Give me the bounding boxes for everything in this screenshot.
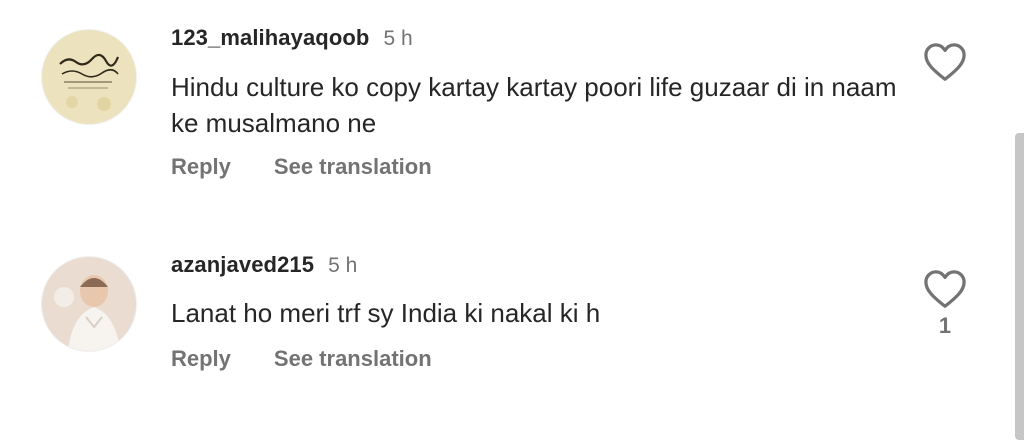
avatar[interactable] [42, 257, 136, 351]
comment-item: 123_malihayaqoob 5 h Hindu culture ko co… [0, 0, 1010, 200]
reply-button[interactable]: Reply [171, 154, 231, 180]
comment-item: azanjaved215 5 h Lanat ho meri trf sy In… [0, 232, 1010, 432]
like-control[interactable] [920, 42, 970, 86]
reply-button[interactable]: Reply [171, 346, 231, 372]
comment-text: Lanat ho meri trf sy India ki nakal ki h [171, 298, 601, 328]
avatar[interactable] [42, 30, 136, 124]
comment-header: 123_malihayaqoob 5 h [171, 25, 413, 51]
see-translation-button[interactable]: See translation [274, 346, 432, 372]
comment-header: azanjaved215 5 h [171, 252, 357, 278]
comment-actions: Reply See translation [171, 346, 432, 372]
calligraphy-avatar-icon [42, 30, 136, 124]
username[interactable]: azanjaved215 [171, 252, 314, 278]
heart-icon[interactable] [923, 42, 967, 82]
scrollbar[interactable] [1015, 133, 1024, 440]
timestamp: 5 h [328, 254, 358, 277]
child-photo-avatar-icon [42, 257, 136, 351]
comment-actions: Reply See translation [171, 154, 432, 180]
username[interactable]: 123_malihayaqoob [171, 25, 369, 51]
timestamp: 5 h [383, 27, 413, 50]
like-control[interactable]: 1 [920, 269, 970, 339]
comment-text: Hindu culture ko copy kartay kartay poor… [171, 72, 897, 138]
like-count: 1 [938, 313, 952, 338]
comments-screen: 123_malihayaqoob 5 h Hindu culture ko co… [0, 0, 1024, 440]
heart-icon[interactable] [923, 269, 967, 309]
see-translation-button[interactable]: See translation [274, 154, 432, 180]
